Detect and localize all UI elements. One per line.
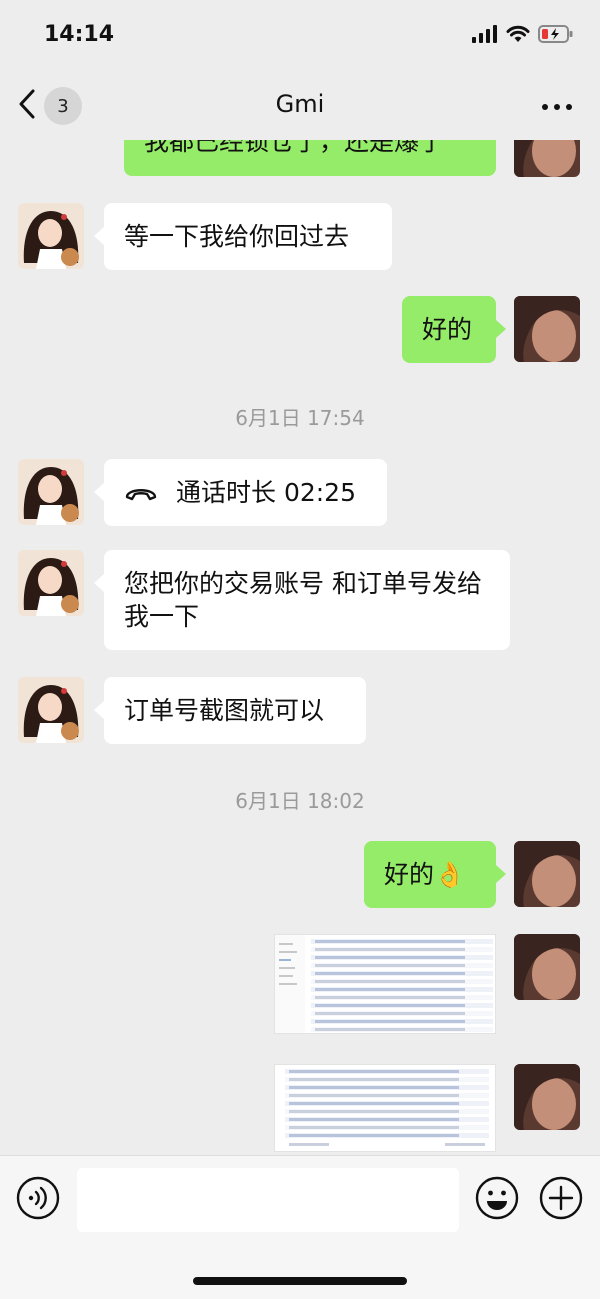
my-avatar[interactable] xyxy=(514,1064,580,1130)
dot xyxy=(566,104,572,110)
message-text: 好的 xyxy=(422,315,473,344)
chat-title: Gmi xyxy=(275,90,325,118)
my-avatar[interactable] xyxy=(514,296,580,362)
order-table-screenshot xyxy=(275,1065,495,1151)
contact-avatar[interactable] xyxy=(18,677,84,743)
message-text: 您把你的交易账号 和订单号发给我一下 xyxy=(124,569,482,631)
message-bubble-outgoing[interactable]: 好的👌 xyxy=(364,841,506,908)
emoji-icon xyxy=(475,1176,519,1224)
home-indicator[interactable] xyxy=(193,1277,407,1285)
more-options-button[interactable] xyxy=(542,104,572,110)
message-bubble-outgoing[interactable]: 我都已经锁仓了，还是爆了 xyxy=(124,140,496,176)
message-list[interactable]: 我都已经锁仓了，还是爆了 等一下我给你回过去 好的 6月1日 17:54 通话时… xyxy=(0,140,600,1155)
call-duration-text: 通话时长 02:25 xyxy=(176,478,356,507)
message-bubble-incoming[interactable]: 等一下我给你回过去 xyxy=(94,203,392,270)
message-text: 好的 xyxy=(384,860,435,889)
timestamp: 6月1日 17:54 xyxy=(235,406,365,430)
call-record-bubble[interactable]: 通话时长 02:25 xyxy=(94,459,387,526)
timestamp: 6月1日 18:02 xyxy=(235,789,365,813)
my-avatar[interactable] xyxy=(514,934,580,1000)
message-text: 订单号截图就可以 xyxy=(124,696,325,725)
emoji-button[interactable] xyxy=(475,1176,519,1220)
voice-button[interactable] xyxy=(16,1176,60,1220)
plus-icon xyxy=(539,1176,583,1224)
nav-bar: 3 Gmi xyxy=(0,72,600,140)
contact-avatar[interactable] xyxy=(18,203,84,269)
status-icons xyxy=(472,24,574,48)
message-bubble-outgoing[interactable]: 好的 xyxy=(402,296,506,363)
signal-icon xyxy=(472,25,498,47)
message-bubble-incoming[interactable]: 您把你的交易账号 和订单号发给我一下 xyxy=(94,550,510,650)
message-bubble-incoming[interactable]: 订单号截图就可以 xyxy=(94,677,366,744)
my-avatar[interactable] xyxy=(514,140,580,177)
image-message[interactable] xyxy=(274,934,496,1034)
status-time: 14:14 xyxy=(44,22,115,47)
contact-avatar[interactable] xyxy=(18,459,84,525)
voice-icon xyxy=(16,1176,60,1224)
my-avatar[interactable] xyxy=(514,841,580,907)
add-attachment-button[interactable] xyxy=(539,1176,583,1220)
message-text: 等一下我给你回过去 xyxy=(124,222,350,251)
dot xyxy=(542,104,548,110)
wifi-icon xyxy=(506,25,530,47)
order-table-screenshot xyxy=(275,935,495,1033)
image-message[interactable] xyxy=(274,1064,496,1152)
dot xyxy=(554,104,560,110)
status-bar: 14:14 xyxy=(0,0,600,72)
message-text: 我都已经锁仓了，还是爆了 xyxy=(144,140,445,156)
battery-low-icon xyxy=(538,24,574,48)
message-input[interactable] xyxy=(77,1168,459,1232)
contact-avatar[interactable] xyxy=(18,550,84,616)
phone-hangup-icon xyxy=(124,476,158,509)
ok-hand-emoji: 👌 xyxy=(434,860,466,889)
